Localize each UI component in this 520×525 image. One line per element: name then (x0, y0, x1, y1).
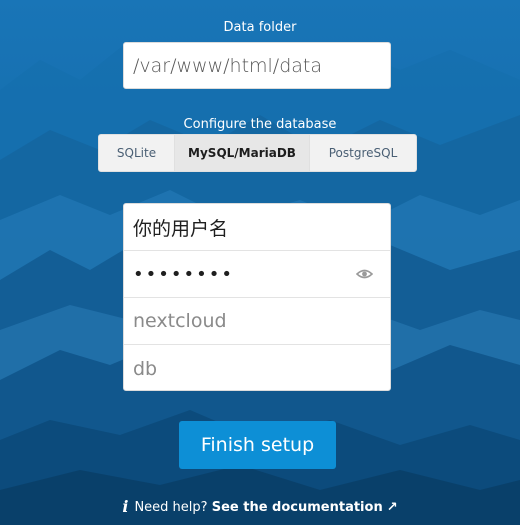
db-password-row (124, 251, 390, 298)
help-text: Need help? (134, 500, 208, 515)
tab-sqlite[interactable]: SQLite (99, 135, 175, 171)
external-arrow-icon: ↗ (386, 500, 398, 515)
db-password-input[interactable] (124, 251, 390, 297)
db-name-row (124, 298, 390, 345)
db-host-row (124, 345, 390, 390)
eye-icon[interactable] (356, 268, 373, 280)
documentation-link-label: See the documentation (211, 500, 383, 515)
database-config-label: Configure the database (183, 117, 337, 132)
database-credentials-group (123, 203, 391, 391)
db-user-input[interactable] (124, 204, 390, 250)
tab-postgresql[interactable]: PostgreSQL (310, 135, 416, 171)
info-icon: i (122, 497, 129, 516)
setup-form: Data folder Configure the database SQLit… (0, 0, 520, 525)
db-name-input[interactable] (124, 298, 390, 344)
database-type-tabs: SQLite MySQL/MariaDB PostgreSQL (98, 134, 417, 172)
db-user-row (124, 204, 390, 251)
db-host-input[interactable] (124, 345, 390, 390)
finish-setup-button[interactable]: Finish setup (179, 421, 336, 469)
help-line: i Need help? See the documentation ↗ (0, 497, 520, 516)
data-folder-input[interactable] (123, 42, 391, 89)
documentation-link[interactable]: See the documentation ↗ (212, 500, 398, 515)
tab-mysql-mariadb[interactable]: MySQL/MariaDB (175, 135, 310, 171)
data-folder-label: Data folder (223, 20, 297, 35)
